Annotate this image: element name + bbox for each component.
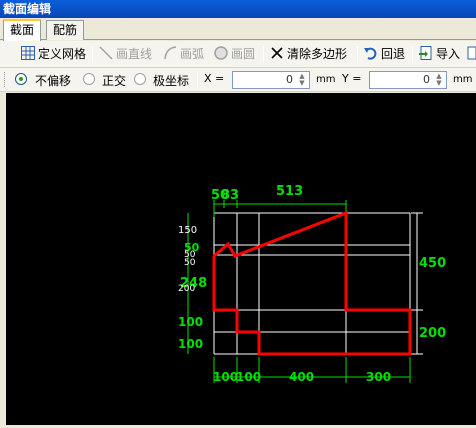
top-dim-3: 513: [276, 184, 303, 199]
left-dim-6: 200: [178, 284, 195, 294]
section-outline[interactable]: [212, 210, 412, 356]
section-drawing[interactable]: 50 83 513 150 50 50 50 248 200 100 100 4…: [6, 93, 476, 425]
clear-polygon-label: 清除多边形: [287, 47, 348, 61]
tab-bar: 截面 配筋: [0, 18, 476, 41]
draw-line-label: 画直线: [116, 47, 153, 61]
left-dim-7: 100: [178, 315, 203, 329]
bottom-dim-4: 300: [366, 370, 391, 384]
toolbar-separator: [92, 46, 93, 63]
polar-label: 极坐标: [153, 74, 190, 88]
drawing-toolbar: 定义网格 画直线 画弧 画圆 清除多边形 回退 导入: [0, 41, 476, 68]
y-spinner[interactable]: ▲ ▼: [433, 73, 445, 87]
top-dim-2: 83: [221, 188, 239, 203]
draw-arc-label: 画弧: [180, 47, 205, 61]
tab-section[interactable]: 截面: [3, 19, 42, 41]
toolbar-separator: [197, 72, 198, 89]
draw-line-button[interactable]: 画直线: [98, 44, 152, 65]
toolbar-grip: [4, 72, 7, 87]
toolbar-separator: [412, 46, 413, 63]
left-dim-1: 150: [178, 225, 197, 236]
more-button[interactable]: [467, 44, 476, 65]
dimension-lines: [187, 200, 411, 383]
bottom-dim-1: 100: [213, 370, 238, 384]
no-offset-radio[interactable]: [15, 73, 27, 85]
clear-polygon-button[interactable]: 清除多边形: [269, 44, 347, 65]
line-icon: [98, 45, 114, 61]
y-label: Y =: [342, 72, 362, 85]
define-grid-button[interactable]: 定义网格: [20, 44, 86, 65]
x-coordinate-value: 0: [286, 73, 293, 86]
circle-icon: [213, 45, 229, 61]
left-dim-8: 100: [178, 337, 203, 351]
input-mode-toolbar: 不偏移 正交 极坐标 X = 0 ▲ ▼ mm Y = 0 ▲ ▼ mm: [0, 68, 476, 92]
tab-reinforcement[interactable]: 配筋: [46, 20, 85, 40]
y-coordinate-value: 0: [423, 73, 430, 86]
define-grid-label: 定义网格: [38, 47, 87, 61]
draw-circle-label: 画圆: [231, 47, 256, 61]
import-icon: [418, 45, 434, 61]
export-icon: [467, 45, 476, 61]
arc-icon: [162, 45, 178, 61]
bottom-dim-3: 400: [289, 370, 314, 384]
x-unit: mm: [316, 74, 336, 85]
close-icon: [269, 45, 285, 61]
undo-icon: [363, 45, 379, 61]
import-button[interactable]: 导入: [418, 44, 460, 65]
no-offset-label: 不偏移: [35, 74, 72, 88]
x-spinner[interactable]: ▲ ▼: [296, 73, 308, 87]
x-coordinate-input[interactable]: 0 ▲ ▼: [232, 71, 310, 89]
bottom-dim-2: 100: [236, 370, 261, 384]
y-coordinate-input[interactable]: 0 ▲ ▼: [369, 71, 447, 89]
section-editor-window: 截面编辑 截面 配筋 定义网格 画直线 画弧 画圆 清除多边形 回退 导入 不偏…: [0, 0, 476, 425]
x-label: X =: [204, 72, 225, 85]
toolbar-separator: [263, 46, 264, 63]
window-title: 截面编辑: [0, 0, 476, 18]
polar-radio[interactable]: [134, 73, 146, 85]
grid-icon: [20, 45, 36, 61]
draw-circle-button[interactable]: 画圆: [213, 44, 255, 65]
right-dim-2: 200: [419, 326, 446, 341]
toolbar-separator: [357, 46, 358, 63]
drawing-canvas[interactable]: 50 83 513 150 50 50 50 248 200 100 100 4…: [6, 93, 476, 425]
orthogonal-radio[interactable]: [83, 73, 95, 85]
left-dim-4: 50: [184, 258, 196, 268]
undo-label: 回退: [381, 47, 406, 61]
y-unit: mm: [453, 74, 473, 85]
draw-arc-button[interactable]: 画弧: [162, 44, 204, 65]
right-dim-1: 450: [419, 256, 446, 271]
orthogonal-label: 正交: [102, 74, 127, 88]
import-label: 导入: [436, 47, 461, 61]
undo-button[interactable]: 回退: [363, 44, 405, 65]
